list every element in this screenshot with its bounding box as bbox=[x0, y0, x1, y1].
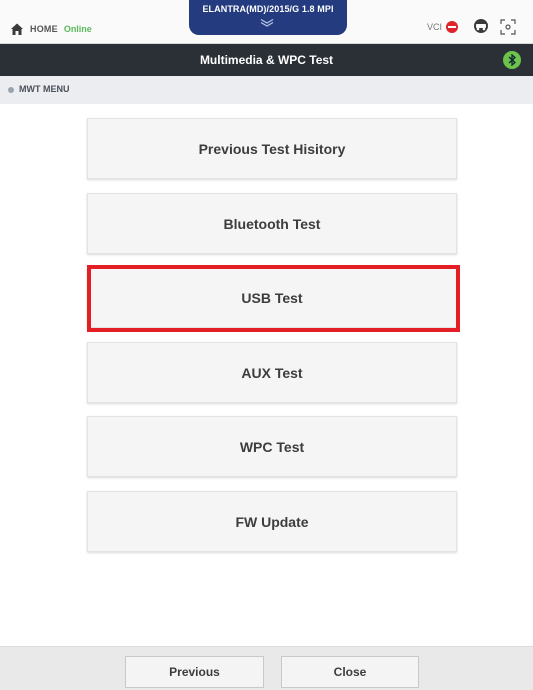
section-header: MWT MENU bbox=[0, 76, 533, 104]
home-icon[interactable] bbox=[10, 22, 24, 36]
previous-button[interactable]: Previous bbox=[125, 656, 264, 688]
close-button[interactable]: Close bbox=[281, 656, 419, 688]
bluetooth-icon[interactable] bbox=[503, 51, 521, 69]
connection-status: Online bbox=[63, 24, 92, 34]
vci-disconnected-icon bbox=[446, 21, 459, 33]
chevron-down-icon[interactable] bbox=[259, 18, 275, 29]
bullet-icon bbox=[8, 87, 14, 93]
wpc-test-button[interactable]: WPC Test bbox=[87, 416, 457, 477]
vci-status[interactable]: VCI bbox=[427, 21, 459, 33]
home-label[interactable]: HOME bbox=[30, 24, 58, 34]
section-title: MWT MENU bbox=[19, 84, 70, 94]
previous-test-history-button[interactable]: Previous Test Hisitory bbox=[87, 118, 457, 179]
vehicle-icon[interactable] bbox=[472, 18, 490, 39]
focus-icon[interactable] bbox=[500, 19, 516, 40]
home-button[interactable]: HOME Online bbox=[10, 19, 92, 39]
highlight-annotation bbox=[87, 265, 460, 332]
aux-test-button[interactable]: AUX Test bbox=[87, 342, 457, 403]
title-bar: Multimedia & WPC Test bbox=[0, 44, 533, 76]
bluetooth-test-button[interactable]: Bluetooth Test bbox=[87, 193, 457, 254]
fw-update-button[interactable]: FW Update bbox=[87, 491, 457, 552]
footer-bar: Previous Close bbox=[0, 646, 533, 690]
top-status-bar: HOME Online ELANTRA(MD)/2015/G 1.8 MPI V… bbox=[0, 0, 533, 44]
page-title: Multimedia & WPC Test bbox=[199, 53, 334, 67]
vci-label: VCI bbox=[427, 22, 443, 32]
vehicle-info[interactable]: ELANTRA(MD)/2015/G 1.8 MPI bbox=[189, 4, 347, 14]
vehicle-selector[interactable]: ELANTRA(MD)/2015/G 1.8 MPI bbox=[189, 0, 347, 35]
